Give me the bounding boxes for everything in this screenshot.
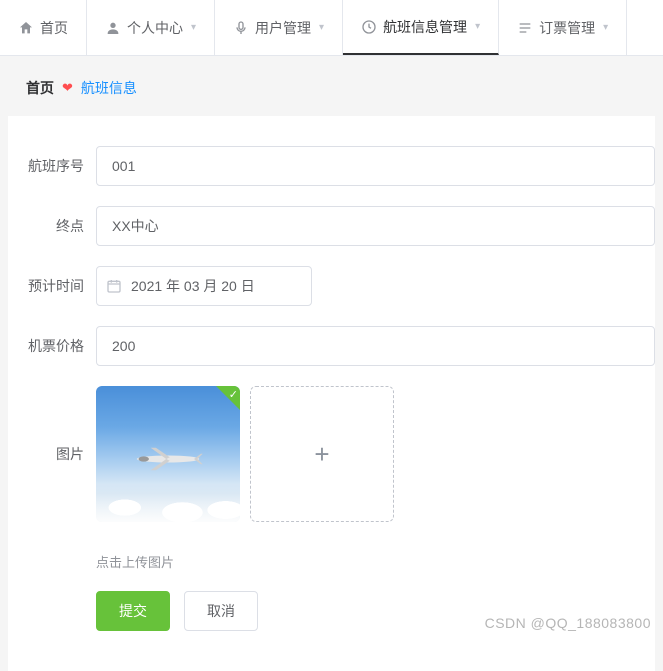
destination-input[interactable] xyxy=(96,206,655,246)
row-destination: 终点 xyxy=(8,196,655,256)
chevron-down-icon: ▾ xyxy=(475,21,480,32)
chevron-down-icon: ▾ xyxy=(191,22,196,33)
row-picture: 图片 + 点击上传图片 xyxy=(8,376,655,641)
nav-label: 用户管理 xyxy=(255,18,311,38)
airplane-icon xyxy=(124,446,212,472)
nav-user-mgmt[interactable]: 用户管理 ▾ xyxy=(215,0,343,55)
breadcrumb: 首页 ❤ 航班信息 xyxy=(0,56,663,116)
label-destination: 终点 xyxy=(8,216,96,236)
row-ticket-price: 机票价格 xyxy=(8,316,655,376)
row-flight-no: 航班序号 xyxy=(8,136,655,196)
label-estimate-time: 预计时间 xyxy=(8,276,96,296)
flight-no-input[interactable] xyxy=(96,146,655,186)
clock-icon xyxy=(361,19,377,35)
clouds-decoration xyxy=(96,474,240,522)
nav-profile[interactable]: 个人中心 ▾ xyxy=(87,0,215,55)
ticket-price-input[interactable] xyxy=(96,326,655,366)
upload-add-button[interactable]: + xyxy=(250,386,394,522)
label-ticket-price: 机票价格 xyxy=(8,336,96,356)
estimate-time-input[interactable] xyxy=(96,266,312,306)
submit-button[interactable]: 提交 xyxy=(96,591,170,631)
button-row: 提交 取消 xyxy=(96,571,655,631)
nav-label: 订票管理 xyxy=(539,18,595,38)
top-nav: 首页 个人中心 ▾ 用户管理 ▾ 航班信息管理 ▾ 订票管理 ▾ xyxy=(0,0,663,56)
nav-label: 航班信息管理 xyxy=(383,17,467,37)
heart-icon: ❤ xyxy=(62,80,73,96)
chevron-down-icon: ▾ xyxy=(319,22,324,33)
mic-icon xyxy=(233,20,249,36)
label-picture: 图片 xyxy=(8,386,96,464)
nav-home[interactable]: 首页 xyxy=(0,0,87,55)
breadcrumb-current[interactable]: 航班信息 xyxy=(81,78,137,98)
check-icon xyxy=(216,386,240,410)
chevron-down-icon: ▾ xyxy=(603,22,608,33)
upload-area: + xyxy=(96,386,655,522)
uploaded-image[interactable] xyxy=(96,386,240,522)
nav-ticket-mgmt[interactable]: 订票管理 ▾ xyxy=(499,0,627,55)
plus-icon: + xyxy=(314,439,329,470)
user-icon xyxy=(105,20,121,36)
form-panel: 航班序号 终点 预计时间 机票价格 图片 xyxy=(8,116,655,671)
label-flight-no: 航班序号 xyxy=(8,156,96,176)
breadcrumb-home[interactable]: 首页 xyxy=(26,78,54,98)
cancel-button[interactable]: 取消 xyxy=(184,591,258,631)
row-estimate-time: 预计时间 xyxy=(8,256,655,316)
nav-label: 个人中心 xyxy=(127,18,183,38)
nav-label: 首页 xyxy=(40,18,68,38)
home-icon xyxy=(18,20,34,36)
calendar-icon xyxy=(106,278,122,294)
upload-tip: 点击上传图片 xyxy=(96,522,655,571)
list-icon xyxy=(517,20,533,36)
nav-flight-info[interactable]: 航班信息管理 ▾ xyxy=(343,0,499,55)
